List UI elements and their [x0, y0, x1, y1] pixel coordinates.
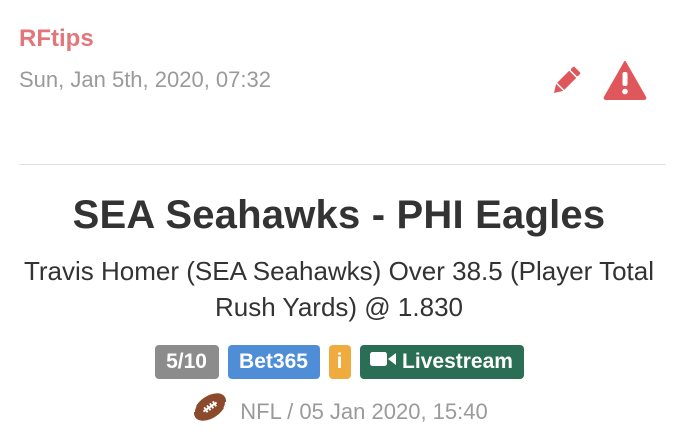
- video-camera-icon: [370, 350, 397, 374]
- event-meta: NFL / 05 Jan 2020, 15:40: [0, 390, 678, 434]
- warning-icon[interactable]: [603, 60, 647, 100]
- tip-description: Travis Homer (SEA Seahawks) Over 38.5 (P…: [23, 256, 654, 322]
- livestream-label: Livestream: [402, 350, 513, 373]
- rating-badge: 5/10: [154, 345, 219, 379]
- badge-row: 5/10 Bet365 i Livestream: [0, 345, 678, 379]
- american-football-icon: [190, 390, 230, 434]
- event-meta-text: NFL / 05 Jan 2020, 15:40: [240, 399, 488, 424]
- match-title: SEA Seahawks - PHI Eagles: [72, 193, 606, 237]
- pencil-icon[interactable]: [548, 63, 584, 99]
- post-timestamp: Sun, Jan 5th, 2020, 07:32: [19, 67, 271, 92]
- author-link[interactable]: RFtips: [19, 24, 94, 54]
- livestream-button[interactable]: Livestream: [359, 345, 524, 379]
- info-badge[interactable]: i: [328, 345, 351, 379]
- bookmaker-badge[interactable]: Bet365: [227, 345, 320, 379]
- divider: [19, 164, 666, 165]
